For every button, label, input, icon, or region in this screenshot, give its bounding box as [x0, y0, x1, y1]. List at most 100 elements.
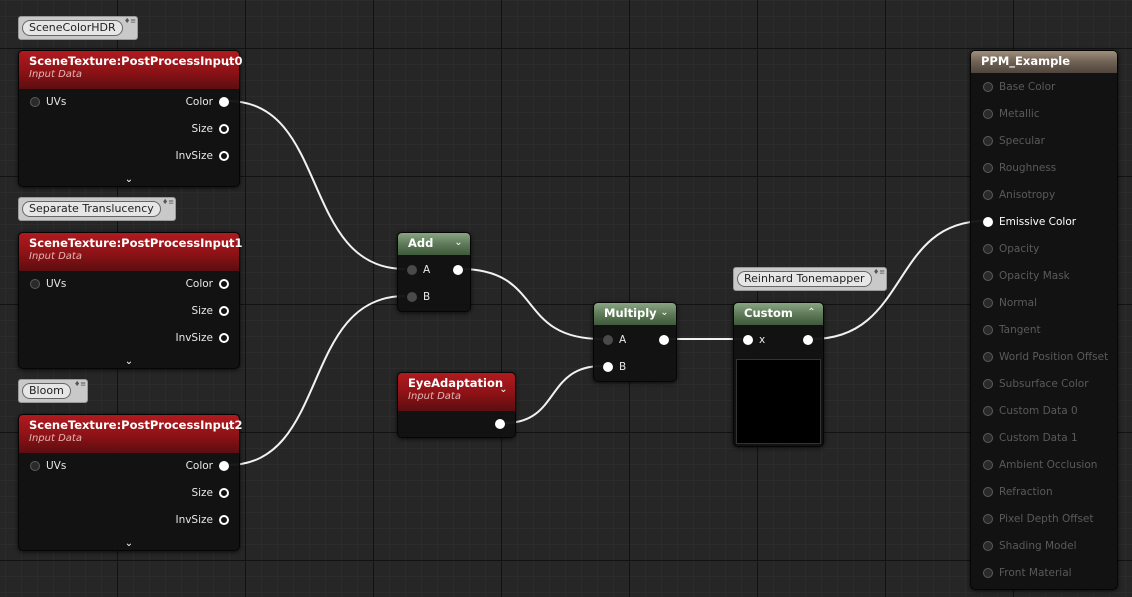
pin-socket-icon[interactable] [30, 97, 40, 107]
pin-socket-icon[interactable] [603, 362, 613, 372]
pin-socket-icon[interactable] [983, 541, 993, 551]
pin-socket-icon[interactable] [983, 217, 993, 227]
result-pin-opacity-mask[interactable]: Opacity Mask [983, 269, 1070, 283]
result-pin-refraction[interactable]: Refraction [983, 485, 1053, 499]
pin-socket-icon[interactable] [983, 244, 993, 254]
pin-socket-icon[interactable] [983, 352, 993, 362]
output-pin[interactable] [797, 333, 813, 347]
pin-socket-icon[interactable] [983, 379, 993, 389]
add-node[interactable]: Add ⌄ A B [397, 232, 471, 312]
pin-socket-icon[interactable] [983, 82, 993, 92]
output-pin[interactable] [489, 417, 505, 431]
wire-add-to-multiply-a[interactable] [459, 268, 603, 340]
node-header[interactable]: PPM_Example [971, 51, 1117, 73]
comment-pin-icon[interactable]: ♦≡ [873, 269, 885, 276]
node-header[interactable]: Custom ⌃ [734, 303, 823, 325]
chevron-down-icon[interactable]: ⌄ [659, 308, 670, 318]
result-pin-specular[interactable]: Specular [983, 134, 1045, 148]
output-pin[interactable] [653, 333, 669, 347]
result-pin-opacity[interactable]: Opacity [983, 242, 1039, 256]
result-pin-anisotropy[interactable]: Anisotropy [983, 188, 1055, 202]
result-pin-base-color[interactable]: Base Color [983, 80, 1055, 94]
result-pin-roughness[interactable]: Roughness [983, 161, 1056, 175]
pin-socket-icon[interactable] [983, 487, 993, 497]
comment-separate-translucency[interactable]: Separate Translucency ♦≡ [18, 197, 176, 221]
pin-socket-icon[interactable] [983, 109, 993, 119]
pin-socket-icon[interactable] [219, 515, 229, 525]
multiply-node[interactable]: Multiply ⌄ A B [593, 302, 677, 382]
result-pin-custom-data-0[interactable]: Custom Data 0 [983, 404, 1078, 418]
result-pin-front-material[interactable]: Front Material [983, 566, 1072, 580]
input-pin-a[interactable]: A [603, 333, 626, 347]
scene-texture-node-1[interactable]: SceneTexture:PostProcessInput1 Input Dat… [18, 232, 243, 369]
pin-socket-icon[interactable] [983, 433, 993, 443]
result-pin-shading-model[interactable]: Shading Model [983, 539, 1077, 553]
node-header[interactable]: SceneTexture:PostProcessInput0 Input Dat… [19, 51, 243, 89]
result-pin-custom-data-1[interactable]: Custom Data 1 [983, 431, 1078, 445]
output-pin-color[interactable]: Color [186, 459, 229, 473]
pin-socket-icon[interactable] [219, 461, 229, 471]
result-pin-normal[interactable]: Normal [983, 296, 1037, 310]
preview-viewport[interactable] [736, 359, 821, 444]
input-pin-uvs[interactable]: UVs [30, 95, 66, 109]
pin-socket-icon[interactable] [983, 136, 993, 146]
material-result-node[interactable]: PPM_Example Base Color Metallic Specular Ro… [970, 50, 1118, 590]
pin-socket-icon[interactable] [407, 292, 417, 302]
chevron-down-icon[interactable]: ⌄ [222, 241, 233, 251]
pin-socket-icon[interactable] [983, 514, 993, 524]
chevron-down-icon[interactable]: ⌄ [222, 423, 233, 433]
node-header[interactable]: EyeAdaptation Input Data ⌄ [398, 373, 515, 411]
output-pin-invsize[interactable]: InvSize [175, 331, 229, 345]
input-pin-uvs[interactable]: UVs [30, 459, 66, 473]
pin-socket-icon[interactable] [983, 298, 993, 308]
node-header[interactable]: SceneTexture:PostProcessInput2 Input Dat… [19, 415, 243, 453]
pin-socket-icon[interactable] [743, 335, 753, 345]
pin-socket-icon[interactable] [983, 325, 993, 335]
input-pin-b[interactable]: B [407, 290, 430, 304]
output-pin-size[interactable]: Size [191, 122, 229, 136]
chevron-down-icon[interactable]: ⌄ [453, 238, 464, 248]
comment-pin-icon[interactable]: ♦≡ [124, 18, 136, 25]
result-pin-ambient-occlusion[interactable]: Ambient Occlusion [983, 458, 1097, 472]
wire-color2-to-add-b[interactable] [227, 295, 406, 466]
chevron-down-icon[interactable]: ⌄ [19, 356, 239, 367]
comment-scene-color-hdr[interactable]: SceneColorHDR ♦≡ [18, 16, 138, 40]
pin-socket-icon[interactable] [30, 461, 40, 471]
pin-socket-icon[interactable] [983, 163, 993, 173]
pin-socket-icon[interactable] [219, 488, 229, 498]
comment-bloom[interactable]: Bloom ♦≡ [18, 379, 88, 403]
pin-socket-icon[interactable] [495, 419, 505, 429]
result-pin-subsurface-color[interactable]: Subsurface Color [983, 377, 1089, 391]
scene-texture-node-0[interactable]: SceneTexture:PostProcessInput0 Input Dat… [18, 50, 243, 187]
custom-node[interactable]: Custom ⌃ x [733, 302, 824, 447]
comment-reinhard-tonemapper[interactable]: Reinhard Tonemapper ♦≡ [733, 267, 887, 291]
pin-socket-icon[interactable] [407, 265, 417, 275]
result-pin-emissive-color[interactable]: Emissive Color [983, 215, 1076, 229]
pin-socket-icon[interactable] [219, 151, 229, 161]
chevron-down-icon[interactable]: ⌄ [19, 538, 239, 549]
pin-socket-icon[interactable] [453, 265, 463, 275]
pin-socket-icon[interactable] [983, 271, 993, 281]
node-header[interactable]: Add ⌄ [398, 233, 470, 255]
output-pin-color[interactable]: Color [186, 277, 229, 291]
pin-socket-icon[interactable] [983, 460, 993, 470]
output-pin-invsize[interactable]: InvSize [175, 513, 229, 527]
comment-pin-icon[interactable]: ♦≡ [74, 381, 86, 388]
input-pin-x[interactable]: x [743, 333, 765, 347]
wire-eye-to-multiply-b[interactable] [504, 365, 603, 424]
eye-adaptation-node[interactable]: EyeAdaptation Input Data ⌄ [397, 372, 516, 438]
node-header[interactable]: SceneTexture:PostProcessInput1 Input Dat… [19, 233, 243, 271]
comment-pin-icon[interactable]: ♦≡ [162, 199, 174, 206]
input-pin-uvs[interactable]: UVs [30, 277, 66, 291]
output-pin[interactable] [447, 263, 463, 277]
pin-socket-icon[interactable] [603, 335, 613, 345]
chevron-down-icon[interactable]: ⌄ [222, 59, 233, 69]
output-pin-invsize[interactable]: InvSize [175, 149, 229, 163]
pin-socket-icon[interactable] [30, 279, 40, 289]
result-pin-tangent[interactable]: Tangent [983, 323, 1041, 337]
output-pin-size[interactable]: Size [191, 486, 229, 500]
pin-socket-icon[interactable] [219, 279, 229, 289]
pin-socket-icon[interactable] [219, 333, 229, 343]
result-pin-world-position-offset[interactable]: World Position Offset [983, 350, 1108, 364]
pin-socket-icon[interactable] [219, 97, 229, 107]
